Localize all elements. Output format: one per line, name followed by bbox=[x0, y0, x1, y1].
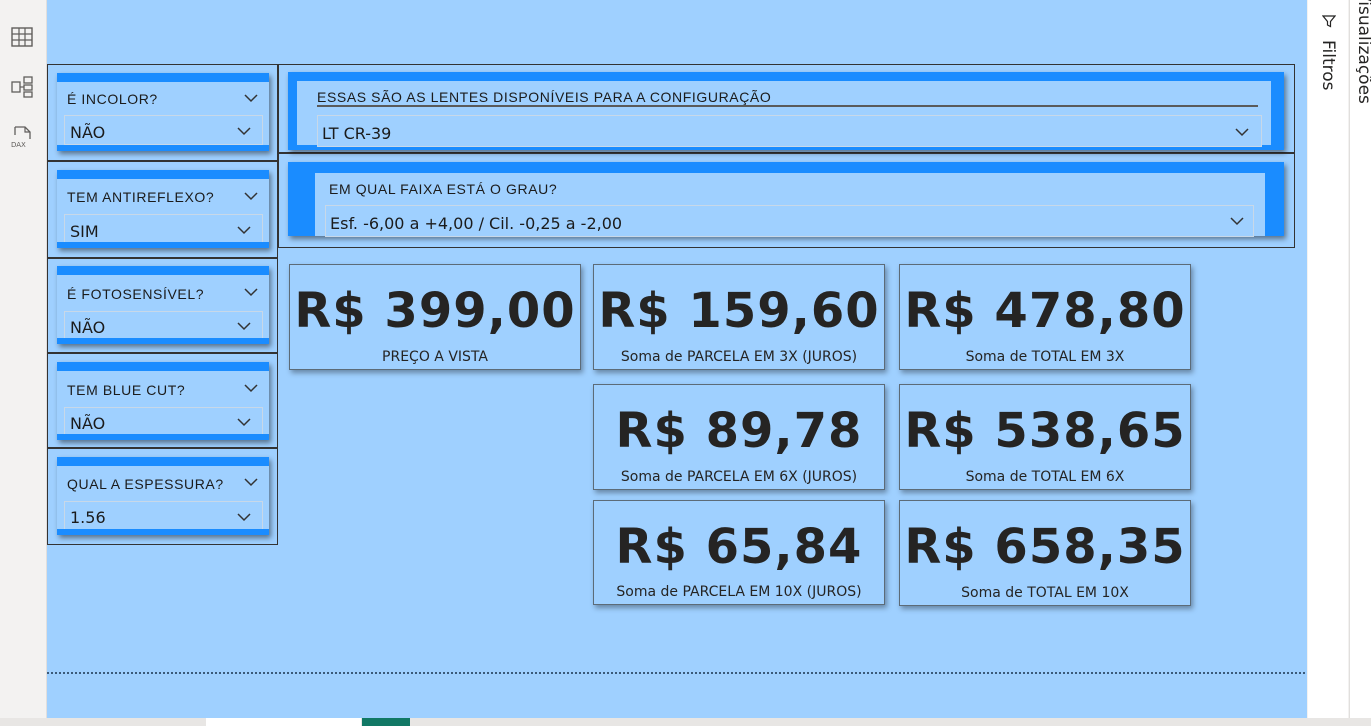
visualizations-pane-label: Visualizações bbox=[1354, 0, 1371, 104]
grade-dropdown[interactable]: Esf. -6,00 a +4,00 / Cil. -0,25 a -2,00 bbox=[325, 205, 1254, 237]
slicer-title: TEM BLUE CUT? bbox=[67, 382, 186, 398]
chevron-down-icon[interactable] bbox=[237, 321, 251, 331]
card-parcela-10x[interactable]: R$ 65,84 Soma de PARCELA EM 10X (JUROS) bbox=[593, 500, 885, 605]
slicer-espessura[interactable]: QUAL A ESPESSURA? 1.56 bbox=[57, 457, 269, 535]
add-page-button[interactable] bbox=[362, 718, 410, 726]
chevron-down-icon[interactable] bbox=[244, 383, 258, 393]
table-icon[interactable] bbox=[10, 25, 34, 49]
card-value: R$ 478,80 bbox=[904, 283, 1186, 339]
slicer-dropdown[interactable]: SIM bbox=[64, 214, 263, 244]
slicer-footer-bar bbox=[57, 145, 269, 151]
lens-slicer-body: ESSAS SÃO AS LENTES DISPONÍVEIS PARA A C… bbox=[297, 81, 1271, 147]
slicer-value: SIM bbox=[70, 222, 99, 241]
card-value: R$ 65,84 bbox=[615, 519, 863, 575]
grade-value: Esf. -6,00 a +4,00 / Cil. -0,25 a -2,00 bbox=[330, 214, 623, 233]
card-value: R$ 89,78 bbox=[615, 403, 863, 459]
slicer-bluecut[interactable]: TEM BLUE CUT? NÃO bbox=[57, 362, 269, 440]
slicer-dropdown[interactable]: 1.56 bbox=[64, 501, 263, 530]
page-tabs-bar bbox=[0, 718, 1371, 726]
card-value: R$ 159,60 bbox=[598, 283, 880, 339]
card-parcela-3x[interactable]: R$ 159,60 Soma de PARCELA EM 3X (JUROS) bbox=[593, 264, 885, 370]
model-icon[interactable] bbox=[10, 75, 34, 99]
chevron-down-icon[interactable] bbox=[237, 512, 251, 522]
visualizations-pane-collapsed[interactable]: Visualizações bbox=[1349, 0, 1371, 718]
slicer-antireflexo[interactable]: TEM ANTIREFLEXO? SIM bbox=[57, 170, 269, 248]
page-tab-active[interactable] bbox=[206, 718, 361, 726]
card-preco-a-vista[interactable]: R$ 399,00 PREÇO A VISTA bbox=[289, 264, 581, 370]
chevron-down-icon[interactable] bbox=[244, 477, 258, 487]
card-label: Soma de TOTAL EM 10X bbox=[961, 585, 1129, 601]
report-canvas: É INCOLOR? NÃO TEM ANTIREFLEXO? SIM É FO… bbox=[47, 0, 1307, 718]
card-label: PREÇO A VISTA bbox=[382, 349, 488, 365]
chevron-down-icon[interactable] bbox=[237, 417, 251, 427]
slicer-dropdown[interactable]: NÃO bbox=[64, 311, 263, 339]
card-value: R$ 658,35 bbox=[904, 519, 1186, 575]
slicer-title: É INCOLOR? bbox=[67, 91, 158, 107]
chevron-down-icon[interactable] bbox=[237, 225, 251, 235]
slicer-value: NÃO bbox=[70, 123, 106, 142]
slicer-value: 1.56 bbox=[70, 508, 106, 527]
page-boundary-line bbox=[47, 672, 1305, 674]
slicer-dropdown[interactable]: NÃO bbox=[64, 407, 263, 435]
slicer-header-bar bbox=[57, 73, 269, 82]
grade-slicer[interactable]: EM QUAL FAIXA ESTÁ O GRAU? Esf. -6,00 a … bbox=[288, 162, 1284, 237]
card-value: R$ 538,65 bbox=[904, 403, 1186, 459]
card-parcela-6x[interactable]: R$ 89,78 Soma de PARCELA EM 6X (JUROS) bbox=[593, 384, 885, 490]
chevron-down-icon[interactable] bbox=[244, 93, 258, 103]
slicer-value: NÃO bbox=[70, 414, 106, 433]
grade-slicer-title: EM QUAL FAIXA ESTÁ O GRAU? bbox=[329, 181, 558, 197]
card-total-3x[interactable]: R$ 478,80 Soma de TOTAL EM 3X bbox=[899, 264, 1191, 370]
card-label: Soma de TOTAL EM 6X bbox=[965, 469, 1125, 485]
slicer-footer-bar bbox=[57, 434, 269, 440]
slicer-header-bar bbox=[57, 362, 269, 371]
slicer-footer-bar bbox=[57, 338, 269, 344]
slicer-title: TEM ANTIREFLEXO? bbox=[67, 189, 215, 205]
card-total-10x[interactable]: R$ 658,35 Soma de TOTAL EM 10X bbox=[899, 500, 1191, 606]
card-label: Soma de PARCELA EM 10X (JUROS) bbox=[616, 584, 862, 600]
lens-dropdown[interactable]: LT CR-39 bbox=[317, 115, 1262, 147]
chevron-down-icon[interactable] bbox=[1235, 127, 1249, 137]
chevron-down-icon[interactable] bbox=[237, 126, 251, 136]
lens-slicer-underline bbox=[317, 105, 1258, 107]
card-label: Soma de TOTAL EM 3X bbox=[965, 349, 1125, 365]
slicer-footer-bar bbox=[57, 529, 269, 535]
chevron-down-icon[interactable] bbox=[1230, 216, 1244, 226]
slicer-header-bar bbox=[57, 457, 269, 466]
card-label: Soma de PARCELA EM 6X (JUROS) bbox=[620, 469, 858, 485]
slicer-dropdown[interactable]: NÃO bbox=[64, 115, 263, 145]
slicer-title: QUAL A ESPESSURA? bbox=[67, 476, 224, 492]
slicer-header-bar bbox=[57, 170, 269, 179]
card-total-6x[interactable]: R$ 538,65 Soma de TOTAL EM 6X bbox=[899, 384, 1191, 490]
card-value: R$ 399,00 bbox=[294, 283, 576, 339]
filters-pane-label: Filtros bbox=[1318, 40, 1338, 91]
view-rail: DAX bbox=[0, 0, 47, 726]
slicer-header-bar bbox=[57, 266, 269, 275]
slicer-title: É FOTOSENSÍVEL? bbox=[67, 286, 205, 302]
grade-slicer-body: EM QUAL FAIXA ESTÁ O GRAU? Esf. -6,00 a … bbox=[315, 173, 1265, 237]
card-label: Soma de PARCELA EM 3X (JUROS) bbox=[620, 349, 858, 365]
slicer-fotosensivel[interactable]: É FOTOSENSÍVEL? NÃO bbox=[57, 266, 269, 344]
svg-text:DAX: DAX bbox=[11, 141, 26, 149]
chevron-down-icon[interactable] bbox=[244, 191, 258, 201]
lens-slicer-title: ESSAS SÃO AS LENTES DISPONÍVEIS PARA A C… bbox=[317, 89, 772, 105]
slicer-footer-bar bbox=[57, 242, 269, 248]
filters-pane-collapsed[interactable]: Filtros bbox=[1308, 0, 1348, 718]
dax-icon[interactable]: DAX bbox=[10, 125, 34, 149]
lens-slicer[interactable]: ESSAS SÃO AS LENTES DISPONÍVEIS PARA A C… bbox=[288, 72, 1284, 150]
filter-icon bbox=[1322, 15, 1336, 28]
slicer-incolor[interactable]: É INCOLOR? NÃO bbox=[57, 73, 269, 151]
lens-value: LT CR-39 bbox=[322, 124, 392, 143]
chevron-down-icon[interactable] bbox=[244, 287, 258, 297]
slicer-value: NÃO bbox=[70, 318, 106, 337]
